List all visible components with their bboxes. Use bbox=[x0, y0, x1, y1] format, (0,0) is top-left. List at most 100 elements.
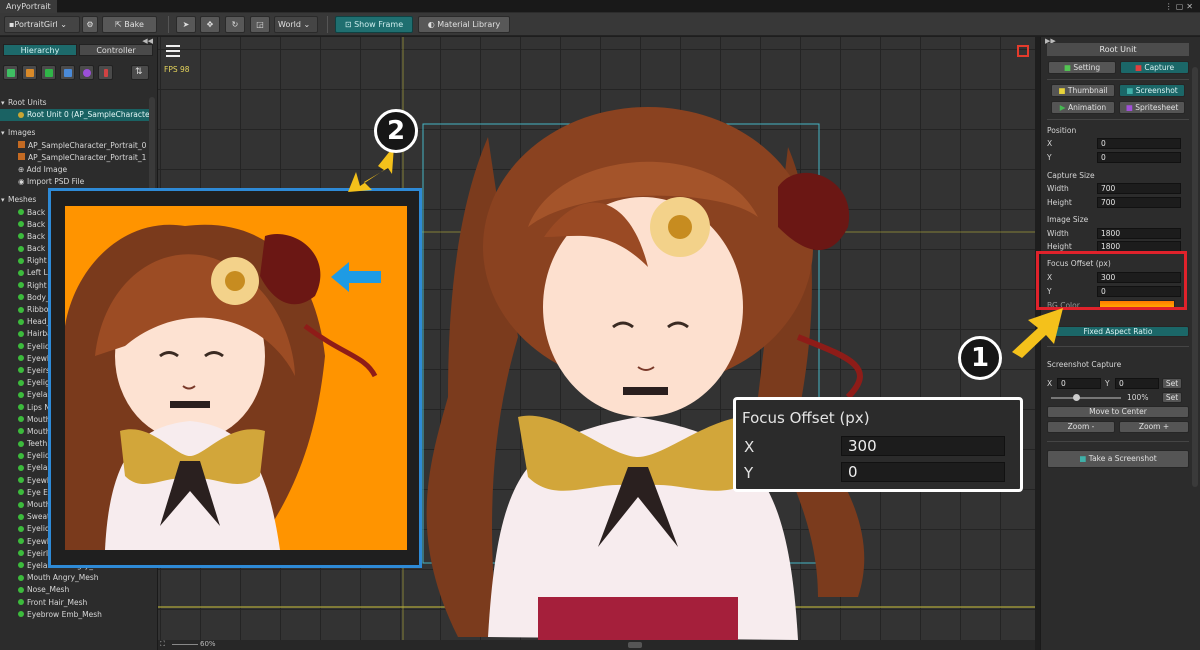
filter-meshgroup-icon[interactable] bbox=[60, 65, 75, 80]
cap-height-label: Height bbox=[1047, 198, 1072, 207]
capture-size-label: Capture Size bbox=[1047, 171, 1095, 180]
img-width-label: Width bbox=[1047, 229, 1069, 238]
mesh-icon bbox=[18, 318, 24, 325]
sc-x-label: X bbox=[1047, 379, 1053, 388]
import-icon: ◉ bbox=[18, 177, 27, 187]
portrait-selector[interactable]: ▪PortraitGirl ⌄ bbox=[4, 16, 80, 33]
divider bbox=[1047, 119, 1189, 120]
spritesheet-icon: ■ bbox=[1125, 103, 1136, 112]
inspector-scrollbar[interactable] bbox=[1192, 67, 1198, 487]
list-item[interactable]: Mouth Angry_Mesh bbox=[0, 572, 150, 584]
show-frame-button[interactable]: ⊡ Show Frame bbox=[335, 16, 413, 33]
pos-y-field[interactable]: 0 bbox=[1097, 152, 1181, 163]
cursor-icon: ➤ bbox=[182, 20, 190, 29]
import-psd-item[interactable]: ◉ Import PSD File bbox=[0, 176, 150, 188]
img-width-field[interactable]: 1800 bbox=[1097, 228, 1181, 239]
zoom-slider[interactable] bbox=[172, 644, 198, 645]
material-library-button[interactable]: ◐ Material Library bbox=[418, 16, 510, 33]
camera-icon: ■ bbox=[1134, 63, 1145, 72]
root-unit-item[interactable]: Root Unit 0 (AP_SampleCharacter_ bbox=[0, 109, 150, 122]
callout-badge-2: 2 bbox=[374, 109, 418, 153]
mesh-icon bbox=[18, 525, 24, 532]
focus-offset-callout: Focus Offset (px) X 300 Y 0 bbox=[733, 397, 1023, 492]
callout-y-value: 0 bbox=[841, 462, 1005, 482]
space-dropdown[interactable]: World ⌄ bbox=[274, 16, 318, 33]
mesh-icon bbox=[18, 282, 24, 289]
filter-image-icon[interactable] bbox=[22, 65, 37, 80]
sort-icon: ⇅ bbox=[135, 67, 143, 77]
list-item[interactable]: Front Hair_Mesh bbox=[0, 597, 150, 609]
image-icon bbox=[18, 141, 25, 149]
list-item[interactable]: AP_SampleCharacter_Portrait_1 bbox=[0, 152, 150, 164]
list-item[interactable]: Eyebrow Emb_Mesh bbox=[0, 609, 150, 621]
tab-hierarchy[interactable]: Hierarchy bbox=[3, 44, 77, 56]
list-item[interactable]: AP_SampleCharacter_Portrait_0 bbox=[0, 140, 150, 152]
zoom-fit-icon[interactable]: ⛶ bbox=[160, 640, 165, 649]
preview-artwork bbox=[65, 224, 378, 550]
screenshot-zoom-slider[interactable] bbox=[1051, 397, 1121, 399]
window-tab[interactable]: AnyPortrait bbox=[0, 0, 57, 13]
root-units-header[interactable]: Root Units bbox=[0, 97, 150, 109]
sc-y-field[interactable]: 0 bbox=[1115, 378, 1159, 389]
add-image-item[interactable]: ⊕ Add Image bbox=[0, 164, 150, 176]
filter-rootunit-icon[interactable] bbox=[3, 65, 18, 80]
mesh-icon bbox=[18, 562, 24, 569]
bake-button[interactable]: ⇱ Bake bbox=[102, 16, 157, 33]
setting-button[interactable]: ■ Setting bbox=[1048, 61, 1116, 74]
screenshot-capture-label: Screenshot Capture bbox=[1047, 360, 1122, 369]
move-tool-button[interactable]: ✥ bbox=[200, 16, 220, 33]
move-to-center-button[interactable]: Move to Center bbox=[1047, 406, 1189, 418]
mesh-icon bbox=[18, 416, 24, 423]
slider-handle[interactable] bbox=[1073, 394, 1080, 401]
mesh-icon bbox=[18, 513, 24, 520]
thumbnail-button[interactable]: ■ Thumbnail bbox=[1051, 84, 1115, 97]
callout-x-value: 300 bbox=[841, 436, 1005, 456]
pos-x-field[interactable]: 0 bbox=[1097, 138, 1181, 149]
callout-y-label: Y bbox=[744, 464, 754, 482]
animation-button[interactable]: ▶ Animation bbox=[1051, 101, 1115, 114]
mesh-icon bbox=[18, 355, 24, 362]
mesh-icon bbox=[18, 306, 24, 313]
tab-controller[interactable]: Controller bbox=[79, 44, 153, 56]
scale-tool-button[interactable]: ◲ bbox=[250, 16, 270, 33]
window-controls[interactable]: ⋮▢✕ bbox=[1165, 0, 1196, 13]
sc-x-field[interactable]: 0 bbox=[1057, 378, 1101, 389]
hierarchy-tabs: Hierarchy Controller bbox=[3, 44, 153, 56]
cap-width-field[interactable]: 700 bbox=[1097, 183, 1181, 194]
mesh-icon bbox=[18, 233, 24, 240]
mesh-icon bbox=[18, 379, 24, 386]
sc-y-label: Y bbox=[1105, 379, 1110, 388]
select-tool-button[interactable]: ➤ bbox=[176, 16, 196, 33]
set-position-button[interactable]: Set bbox=[1162, 378, 1182, 389]
mesh-icon bbox=[18, 428, 24, 435]
capture-button[interactable]: ■ Capture bbox=[1120, 61, 1189, 74]
filter-mesh-icon[interactable] bbox=[41, 65, 56, 80]
rotate-tool-button[interactable]: ↻ bbox=[225, 16, 245, 33]
filter-param-icon[interactable] bbox=[98, 65, 113, 80]
cap-height-field[interactable]: 700 bbox=[1097, 197, 1181, 208]
spritesheet-button[interactable]: ■ Spritesheet bbox=[1119, 101, 1185, 114]
callout-title: Focus Offset (px) bbox=[742, 409, 870, 427]
window-title-bar: AnyPortrait ⋮▢✕ bbox=[0, 0, 1200, 13]
set-zoom-button[interactable]: Set bbox=[1162, 392, 1182, 403]
sort-button[interactable]: ⇅ bbox=[131, 65, 149, 80]
zoom-in-button[interactable]: Zoom + bbox=[1119, 421, 1189, 433]
zoom-out-button[interactable]: Zoom - bbox=[1047, 421, 1115, 433]
bake-icon: ⇱ bbox=[115, 20, 125, 29]
portrait-settings-button[interactable]: ⚙ bbox=[82, 16, 98, 33]
filter-animation-icon[interactable] bbox=[79, 65, 94, 80]
screenshot-button[interactable]: ■ Screenshot bbox=[1119, 84, 1185, 97]
mesh-icon bbox=[18, 245, 24, 252]
mesh-icon bbox=[18, 440, 24, 447]
mesh-icon bbox=[18, 269, 24, 276]
list-item[interactable]: Nose_Mesh bbox=[0, 584, 150, 596]
take-screenshot-button[interactable]: ■ Take a Screenshot bbox=[1047, 450, 1189, 468]
zoom-percent: 100% bbox=[1127, 393, 1149, 402]
horizontal-scroll-thumb[interactable] bbox=[628, 642, 642, 648]
images-header[interactable]: Images bbox=[0, 127, 150, 139]
image-size-label: Image Size bbox=[1047, 215, 1089, 224]
screenshot-preview bbox=[48, 188, 422, 568]
mesh-icon bbox=[18, 574, 24, 581]
setting-icon: ■ bbox=[1063, 63, 1074, 72]
pos-x-label: X bbox=[1047, 139, 1053, 148]
